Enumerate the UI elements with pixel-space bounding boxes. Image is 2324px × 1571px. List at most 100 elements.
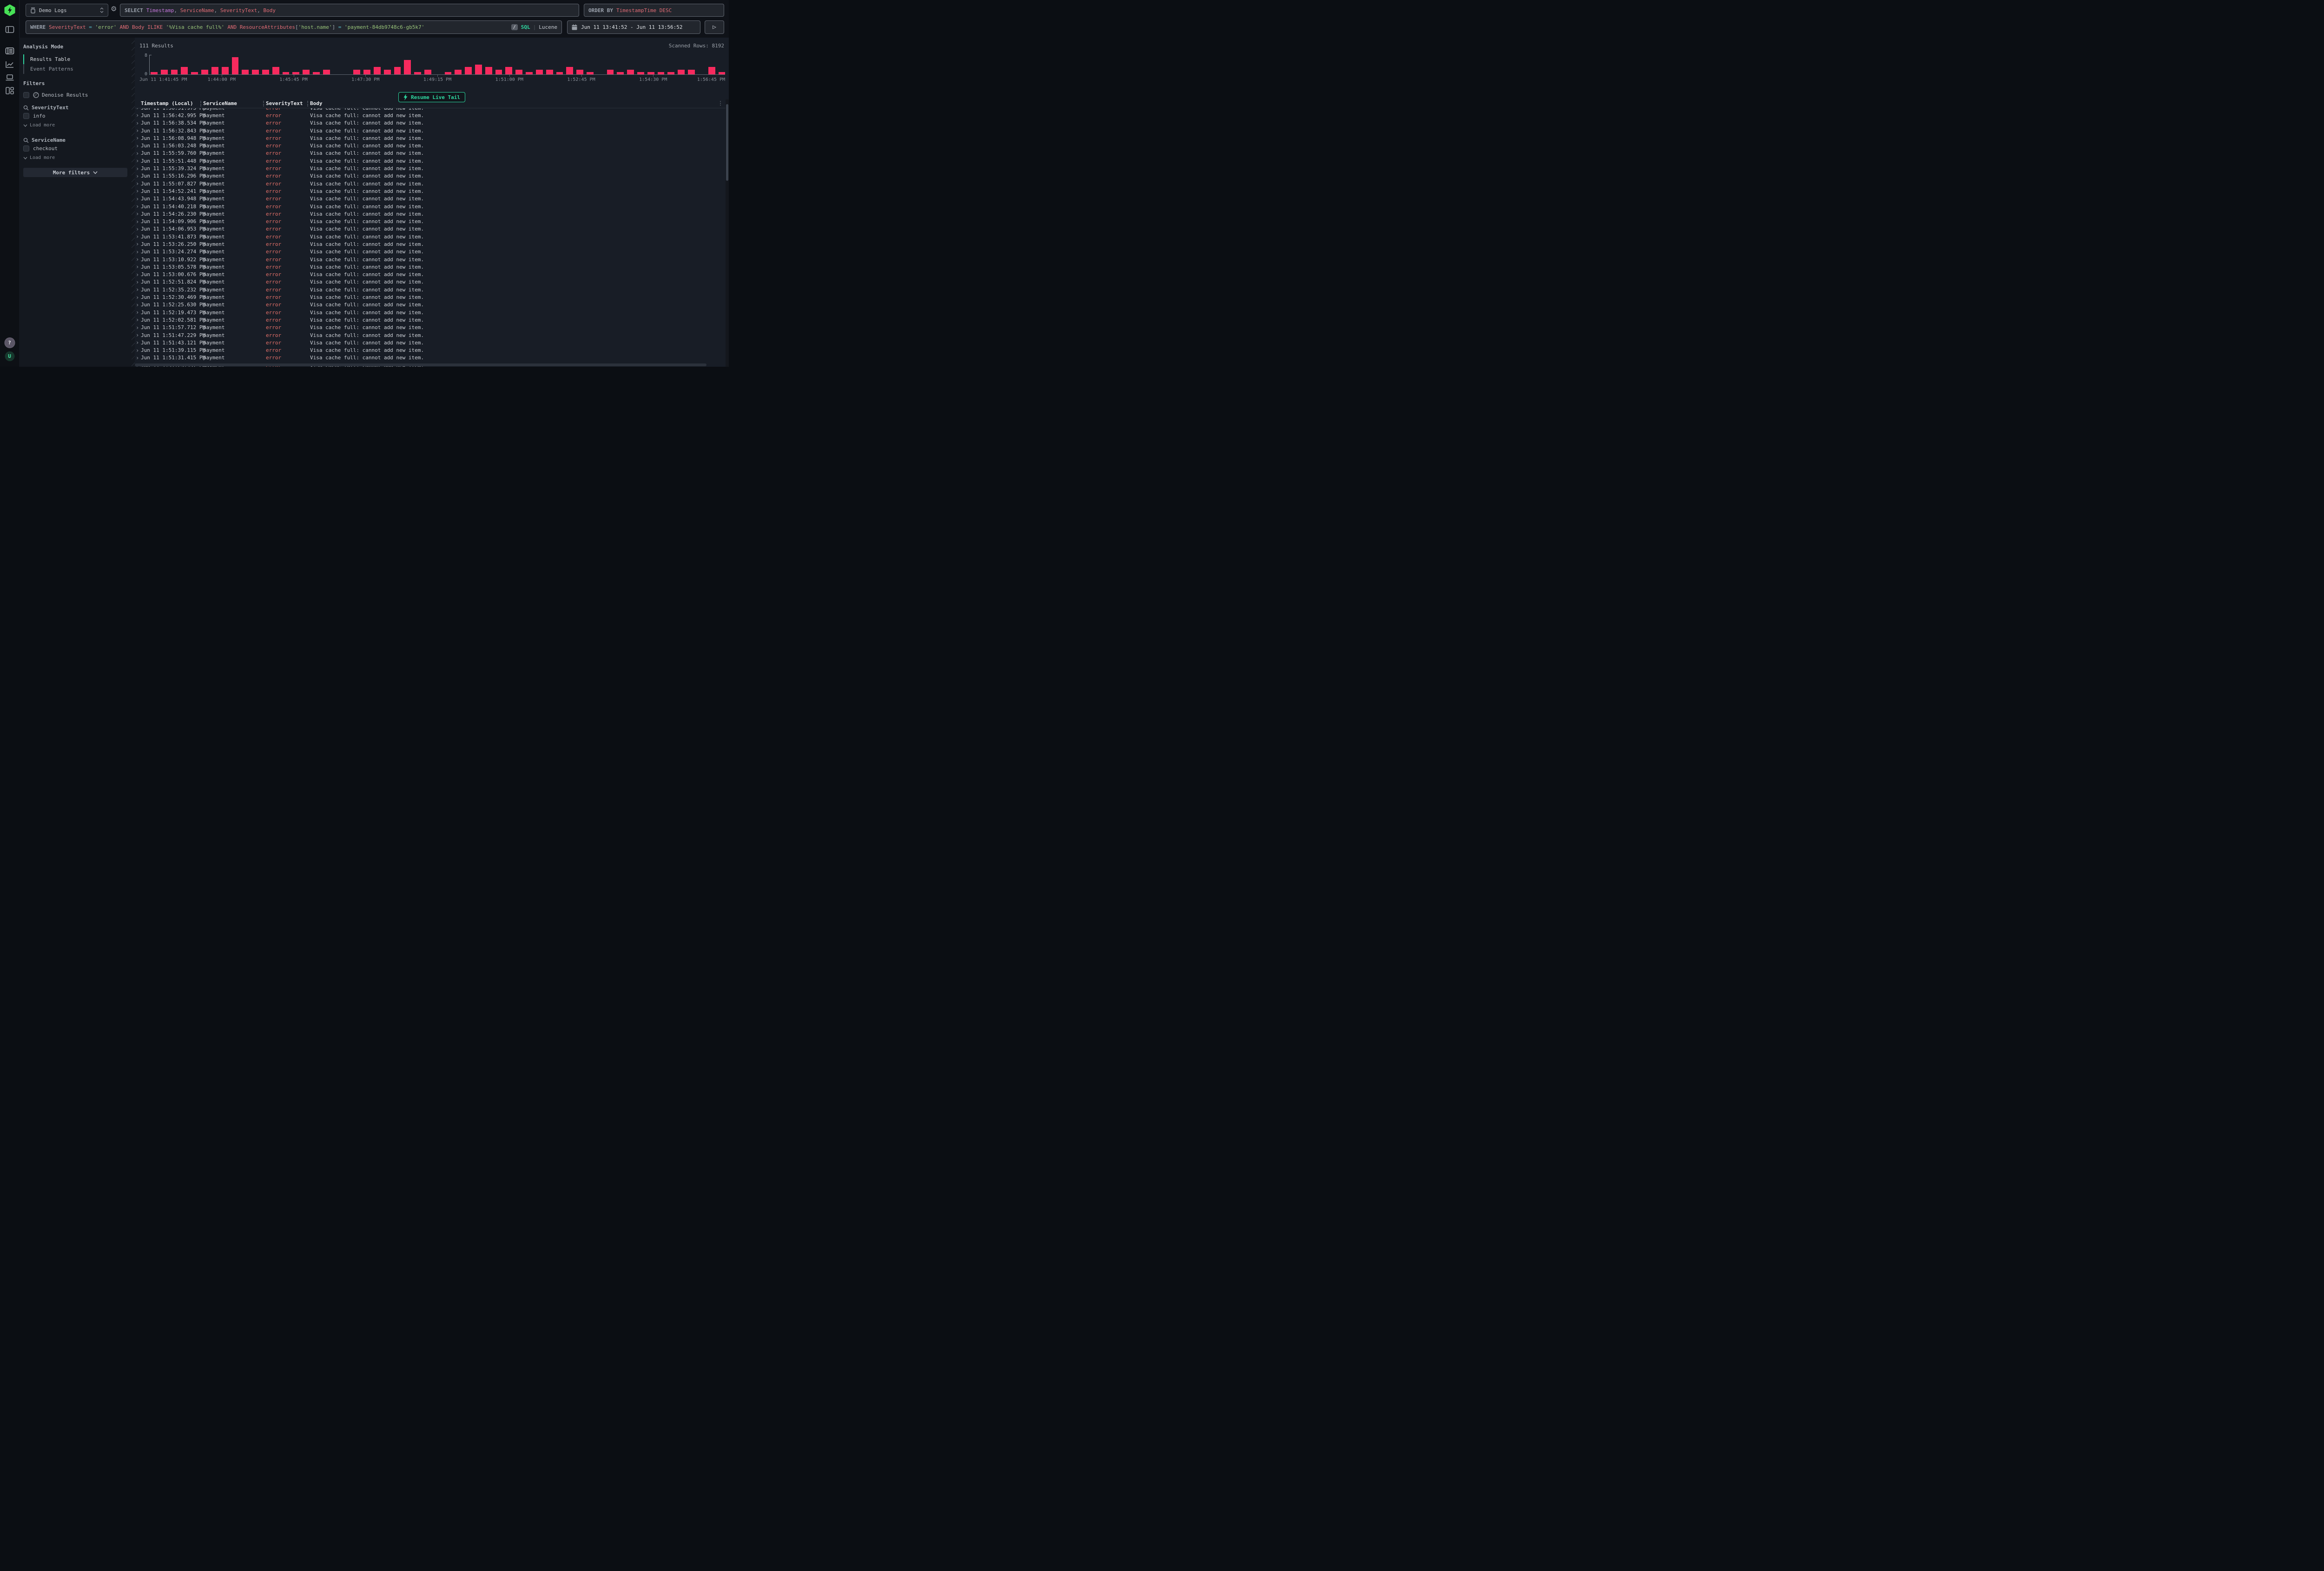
row-expand-chevron-icon[interactable]: › bbox=[136, 241, 139, 247]
row-expand-chevron-icon[interactable]: › bbox=[136, 355, 139, 361]
table-row[interactable]: ›Jun 11 1:54:43.948 PMpaymenterrorVisa c… bbox=[135, 195, 726, 203]
row-expand-chevron-icon[interactable]: › bbox=[136, 309, 139, 316]
table-row[interactable]: ›Jun 11 1:53:05.578 PMpaymenterrorVisa c… bbox=[135, 263, 726, 271]
row-expand-chevron-icon[interactable]: › bbox=[136, 173, 139, 179]
table-row[interactable]: ›Jun 11 1:51:57.712 PMpaymenterrorVisa c… bbox=[135, 324, 726, 331]
table-row[interactable]: ›Jun 11 1:51:31.415 PMpaymenterrorVisa c… bbox=[135, 354, 726, 362]
column-resize-handle[interactable] bbox=[263, 101, 264, 106]
filter-option-checkout[interactable]: checkout bbox=[23, 145, 127, 152]
horizontal-scrollbar-thumb[interactable] bbox=[135, 363, 706, 366]
hyperdx-logo-icon[interactable] bbox=[4, 4, 16, 16]
source-select[interactable]: Demo Logs bbox=[26, 4, 108, 17]
table-row[interactable]: ›Jun 11 1:52:25.630 PMpaymenterrorVisa c… bbox=[135, 301, 726, 309]
row-expand-chevron-icon[interactable]: › bbox=[136, 332, 139, 338]
table-row[interactable]: ›Jun 11 1:52:30.469 PMpaymenterrorVisa c… bbox=[135, 293, 726, 301]
row-expand-chevron-icon[interactable]: › bbox=[136, 317, 139, 323]
table-row[interactable]: ›Jun 11 1:51:39.115 PMpaymenterrorVisa c… bbox=[135, 347, 726, 354]
sidebar-resize-handle[interactable] bbox=[132, 38, 135, 367]
resume-live-tail-button[interactable]: Resume Live Tail bbox=[398, 92, 465, 102]
denoise-results-row[interactable]: Denoise Results bbox=[23, 92, 127, 98]
row-expand-chevron-icon[interactable]: › bbox=[136, 203, 139, 210]
tab-event-patterns[interactable]: Event Patterns bbox=[23, 64, 127, 74]
denoise-checkbox[interactable] bbox=[23, 92, 29, 98]
row-expand-chevron-icon[interactable]: › bbox=[136, 143, 139, 149]
where-query-input[interactable]: WHERE SeverityText = 'error' AND Body IL… bbox=[26, 20, 562, 34]
row-expand-chevron-icon[interactable]: › bbox=[136, 112, 139, 119]
order-by-input[interactable]: ORDER BY TimestampTime DESC bbox=[584, 4, 724, 17]
col-servicename[interactable]: ServiceName bbox=[203, 100, 237, 106]
row-expand-chevron-icon[interactable]: › bbox=[136, 264, 139, 270]
table-row[interactable]: ›Jun 11 1:54:40.218 PMpaymenterrorVisa c… bbox=[135, 203, 726, 210]
table-row[interactable]: ›Jun 11 1:53:41.873 PMpaymenterrorVisa c… bbox=[135, 233, 726, 240]
row-expand-chevron-icon[interactable]: › bbox=[136, 211, 139, 217]
row-expand-chevron-icon[interactable]: › bbox=[136, 339, 139, 346]
table-row[interactable]: ›Jun 11 1:52:51.824 PMpaymenterrorVisa c… bbox=[135, 278, 726, 286]
row-expand-chevron-icon[interactable]: › bbox=[136, 127, 139, 134]
table-row[interactable]: ›Jun 11 1:56:42.995 PMpaymenterrorVisa c… bbox=[135, 112, 726, 119]
row-expand-chevron-icon[interactable]: › bbox=[136, 233, 139, 240]
row-expand-chevron-icon[interactable]: › bbox=[136, 135, 139, 141]
row-expand-chevron-icon[interactable]: › bbox=[136, 256, 139, 263]
row-expand-chevron-icon[interactable]: › bbox=[136, 150, 139, 157]
checkout-checkbox[interactable] bbox=[23, 145, 29, 152]
sessions-laptop-icon[interactable] bbox=[5, 74, 14, 81]
table-row[interactable]: ›Jun 11 1:55:07.827 PMpaymenterrorVisa c… bbox=[135, 180, 726, 187]
dashboard-icon[interactable] bbox=[6, 87, 14, 94]
more-filters-button[interactable]: More filters bbox=[23, 168, 127, 177]
row-expand-chevron-icon[interactable]: › bbox=[136, 271, 139, 278]
col-severitytext[interactable]: SeverityText bbox=[266, 100, 303, 106]
table-row[interactable]: ›Jun 11 1:52:02.581 PMpaymenterrorVisa c… bbox=[135, 316, 726, 323]
row-expand-chevron-icon[interactable]: › bbox=[136, 120, 139, 126]
table-row[interactable]: ›Jun 11 1:51:47.229 PMpaymenterrorVisa c… bbox=[135, 331, 726, 339]
horizontal-scrollbar[interactable] bbox=[135, 363, 724, 367]
search-panel-icon[interactable] bbox=[5, 26, 14, 33]
table-row[interactable]: ›Jun 11 1:52:35.232 PMpaymenterrorVisa c… bbox=[135, 286, 726, 293]
col-timestamp[interactable]: Timestamp (Local) bbox=[141, 100, 193, 106]
table-row[interactable]: ›Jun 11 1:56:32.843 PMpaymenterrorVisa c… bbox=[135, 127, 726, 134]
info-checkbox[interactable] bbox=[23, 113, 29, 119]
row-expand-chevron-icon[interactable]: › bbox=[136, 165, 139, 172]
row-expand-chevron-icon[interactable]: › bbox=[136, 188, 139, 194]
help-button[interactable]: ? bbox=[4, 337, 15, 348]
table-row[interactable]: ›Jun 11 1:52:19.473 PMpaymenterrorVisa c… bbox=[135, 309, 726, 316]
table-row[interactable]: ›Jun 11 1:55:59.760 PMpaymenterrorVisa c… bbox=[135, 150, 726, 157]
table-row[interactable]: ›Jun 11 1:53:00.676 PMpaymenterrorVisa c… bbox=[135, 271, 726, 278]
results-histogram[interactable]: 8 0 Jun 11 1:41:45 PM1:44:00 PM1:45:45 P… bbox=[139, 53, 725, 81]
col-body[interactable]: Body bbox=[310, 100, 323, 106]
table-row[interactable]: ›Jun 11 1:55:16.296 PMpaymenterrorVisa c… bbox=[135, 172, 726, 180]
table-row[interactable]: ›Jun 11 1:54:09.906 PMpaymenterrorVisa c… bbox=[135, 218, 726, 225]
table-row[interactable]: ›Jun 11 1:54:52.241 PMpaymenterrorVisa c… bbox=[135, 187, 726, 195]
row-expand-chevron-icon[interactable]: › bbox=[136, 249, 139, 255]
table-row[interactable]: ›Jun 11 1:53:24.274 PMpaymenterrorVisa c… bbox=[135, 248, 726, 256]
chart-icon[interactable] bbox=[6, 61, 14, 68]
table-row[interactable]: ›Jun 11 1:54:06.953 PMpaymenterrorVisa c… bbox=[135, 225, 726, 233]
lucene-mode-toggle[interactable]: Lucene bbox=[539, 24, 557, 30]
tab-results-table[interactable]: Results Table bbox=[23, 54, 127, 64]
table-row[interactable]: ›Jun 11 1:51:43.121 PMpaymenterrorVisa c… bbox=[135, 339, 726, 346]
row-expand-chevron-icon[interactable]: › bbox=[136, 286, 139, 293]
user-avatar[interactable]: U bbox=[5, 351, 14, 361]
row-expand-chevron-icon[interactable]: › bbox=[136, 196, 139, 202]
table-row[interactable]: ›Jun 11 1:55:39.324 PMpaymenterrorVisa c… bbox=[135, 165, 726, 172]
table-row[interactable]: ›Jun 11 1:53:26.250 PMpaymenterrorVisa c… bbox=[135, 240, 726, 248]
row-expand-chevron-icon[interactable]: › bbox=[136, 347, 139, 354]
table-row[interactable]: ›Jun 11 1:56:38.534 PMpaymenterrorVisa c… bbox=[135, 119, 726, 127]
time-range-picker[interactable]: Jun 11 13:41:52 - Jun 11 13:56:52 bbox=[567, 20, 700, 34]
row-expand-chevron-icon[interactable]: › bbox=[136, 279, 139, 285]
filter-option-info[interactable]: info bbox=[23, 113, 127, 119]
run-query-button[interactable]: ▷ bbox=[705, 20, 724, 34]
table-row[interactable]: ›Jun 11 1:53:10.922 PMpaymenterrorVisa c… bbox=[135, 256, 726, 263]
row-expand-chevron-icon[interactable]: › bbox=[136, 158, 139, 164]
table-row[interactable]: ›Jun 11 1:55:51.448 PMpaymenterrorVisa c… bbox=[135, 157, 726, 165]
table-row[interactable]: ›Jun 11 1:56:03.248 PMpaymenterrorVisa c… bbox=[135, 142, 726, 149]
row-expand-chevron-icon[interactable]: › bbox=[136, 294, 139, 301]
logs-icon[interactable] bbox=[5, 47, 14, 54]
column-resize-handle[interactable] bbox=[307, 101, 308, 106]
row-expand-chevron-icon[interactable]: › bbox=[136, 302, 139, 308]
table-row[interactable]: ›Jun 11 1:56:08.948 PMpaymenterrorVisa c… bbox=[135, 134, 726, 142]
select-query-input[interactable]: SELECT Timestamp, ServiceName, SeverityT… bbox=[120, 4, 579, 17]
row-expand-chevron-icon[interactable]: › bbox=[136, 180, 139, 187]
column-resize-handle[interactable] bbox=[200, 101, 201, 106]
table-row[interactable]: ›Jun 11 1:54:26.230 PMpaymenterrorVisa c… bbox=[135, 210, 726, 218]
row-expand-chevron-icon[interactable]: › bbox=[136, 226, 139, 232]
